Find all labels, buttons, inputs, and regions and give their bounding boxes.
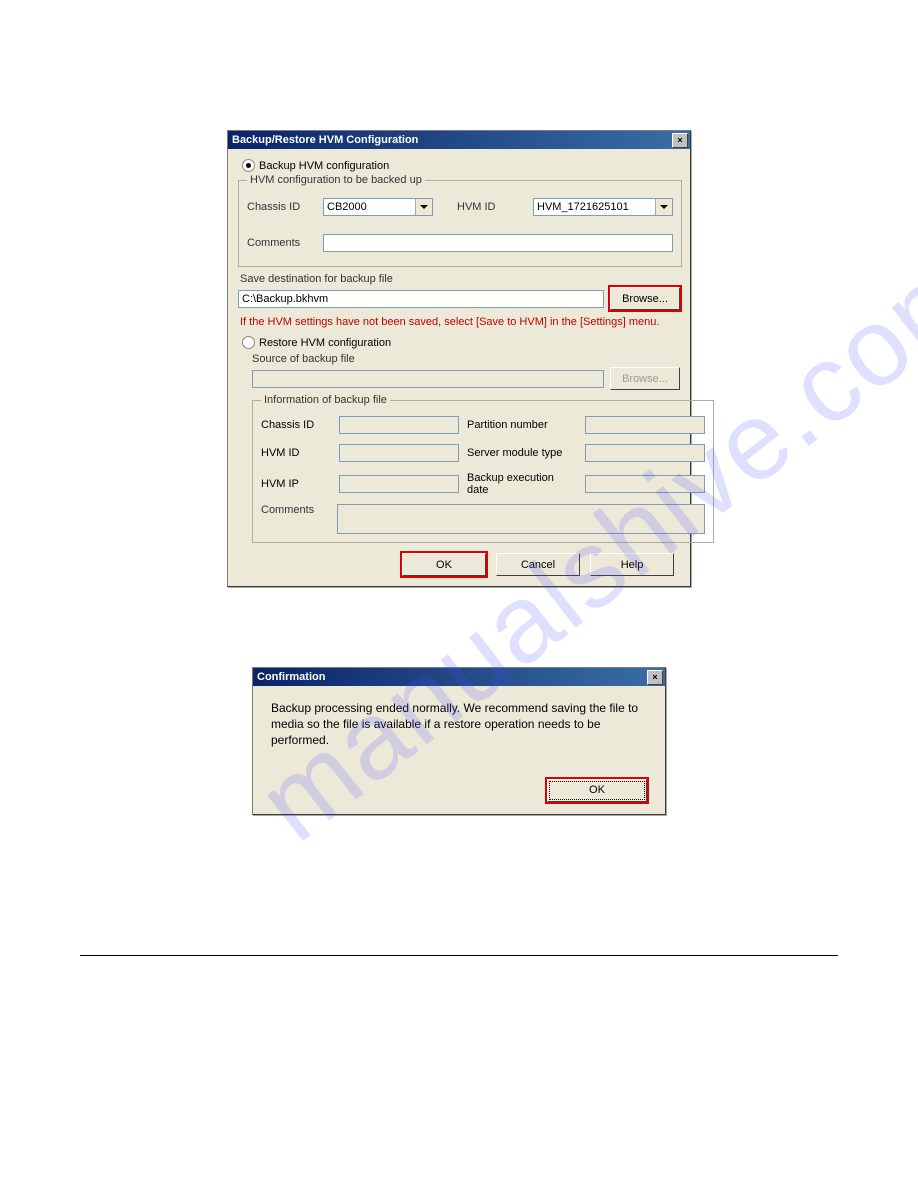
info-hvmip-value xyxy=(339,475,459,493)
browse2-button: Browse... xyxy=(610,367,680,390)
info-date-value xyxy=(585,475,705,493)
info-server-value xyxy=(585,444,705,462)
comments-label: Comments xyxy=(247,237,317,249)
warning-text: If the HVM settings have not been saved,… xyxy=(240,316,678,328)
radio-icon[interactable] xyxy=(242,159,255,172)
source-input xyxy=(252,370,604,388)
info-legend: Information of backup file xyxy=(261,394,390,406)
info-hvmip-label: HVM IP xyxy=(261,478,331,490)
info-comments-label: Comments xyxy=(261,504,331,516)
dialog-title: Confirmation xyxy=(257,668,325,686)
info-group: Information of backup file Chassis ID Pa… xyxy=(252,394,714,543)
titlebar: Confirmation × xyxy=(253,668,665,686)
confirmation-message: Backup processing ended normally. We rec… xyxy=(271,700,647,749)
info-comments-value xyxy=(337,504,705,534)
chevron-down-icon[interactable] xyxy=(415,199,432,215)
backup-config-group: HVM configuration to be backed up Chassi… xyxy=(238,174,682,267)
info-server-label: Server module type xyxy=(467,447,577,459)
info-hvmid-value xyxy=(339,444,459,462)
close-icon[interactable]: × xyxy=(672,133,688,148)
save-dest-input[interactable]: C:\Backup.bkhvm xyxy=(238,290,604,308)
restore-radio-label: Restore HVM configuration xyxy=(259,337,391,349)
close-icon[interactable]: × xyxy=(647,670,663,685)
source-label: Source of backup file xyxy=(252,353,680,365)
info-chassis-label: Chassis ID xyxy=(261,419,331,431)
confirm-ok-button[interactable]: OK xyxy=(547,779,647,802)
restore-radio-row[interactable]: Restore HVM configuration xyxy=(242,336,680,349)
chassis-id-label: Chassis ID xyxy=(247,201,317,213)
backup-radio-label: Backup HVM configuration xyxy=(259,160,389,172)
radio-icon[interactable] xyxy=(242,336,255,349)
backup-config-legend: HVM configuration to be backed up xyxy=(247,174,425,186)
info-partition-label: Partition number xyxy=(467,419,577,431)
hvm-id-combo[interactable]: HVM_1721625101 xyxy=(533,198,673,216)
ok-button[interactable]: OK xyxy=(402,553,486,576)
confirmation-dialog: Confirmation × Backup processing ended n… xyxy=(252,667,666,815)
backup-restore-dialog: Backup/Restore HVM Configuration × Backu… xyxy=(227,130,691,587)
info-partition-value xyxy=(585,416,705,434)
save-dest-label: Save destination for backup file xyxy=(240,273,680,285)
chassis-id-combo[interactable]: CB2000 xyxy=(323,198,433,216)
backup-radio-row[interactable]: Backup HVM configuration xyxy=(242,159,680,172)
page-divider xyxy=(80,955,838,956)
chevron-down-icon[interactable] xyxy=(655,199,672,215)
titlebar: Backup/Restore HVM Configuration × xyxy=(228,131,690,149)
info-date-label: Backup execution date xyxy=(467,472,577,496)
hvm-id-label: HVM ID xyxy=(457,201,527,213)
browse-button[interactable]: Browse... xyxy=(610,287,680,310)
comments-input[interactable] xyxy=(323,234,673,252)
info-hvmid-label: HVM ID xyxy=(261,447,331,459)
cancel-button[interactable]: Cancel xyxy=(496,553,580,576)
info-chassis-value xyxy=(339,416,459,434)
dialog-title: Backup/Restore HVM Configuration xyxy=(232,131,418,149)
help-button[interactable]: Help xyxy=(590,553,674,576)
